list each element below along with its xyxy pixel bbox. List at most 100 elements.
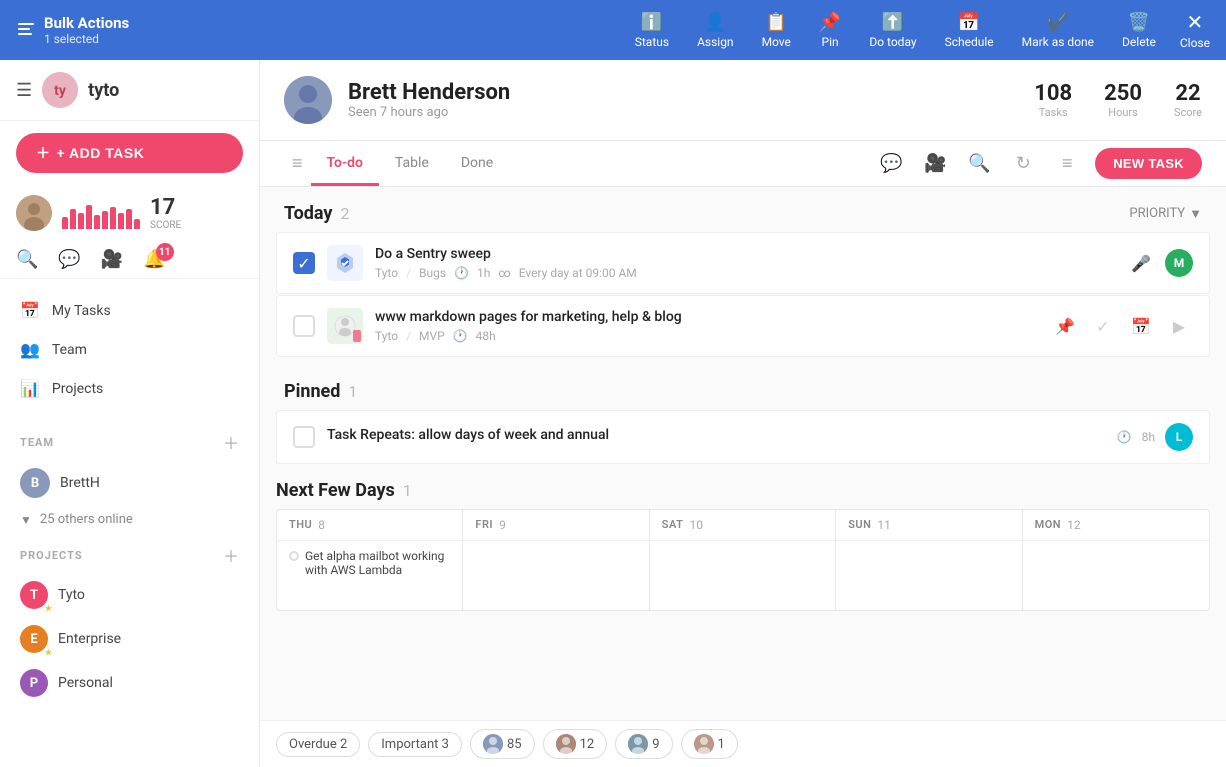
stat-hours-label: Hours bbox=[1104, 106, 1142, 119]
task-time-sentry: 1h bbox=[477, 266, 490, 280]
task-row-sentry[interactable]: ✓ Do a Sentry sweep Tyto / Bugs bbox=[276, 232, 1210, 294]
task-checkbox-pinned[interactable] bbox=[293, 426, 315, 448]
notifications-button[interactable]: 🔔 11 bbox=[143, 249, 165, 270]
main-content: Brett Henderson Seen 7 hours ago 108 Tas… bbox=[260, 60, 1226, 767]
sidebar-item-projects[interactable]: 📊 Projects bbox=[0, 369, 259, 408]
bulk-status-action[interactable]: ℹ️ Status bbox=[635, 12, 669, 49]
add-team-member-icon[interactable]: ＋ bbox=[223, 430, 239, 454]
task-info-sentry: Do a Sentry sweep Tyto / Bugs 🕐 1h ∞ Eve… bbox=[375, 246, 1115, 280]
next-days-section: Next Few Days 1 THU8Get alpha mailbot wo… bbox=[276, 480, 1210, 611]
pin-icon: 📌 bbox=[819, 12, 841, 33]
cal-day-label: SAT bbox=[662, 518, 684, 532]
task-actions-pinned: 🕐 8h L bbox=[1117, 423, 1193, 451]
priority-chevron-icon: ▼ bbox=[1189, 206, 1202, 222]
score-bar bbox=[102, 211, 108, 229]
task-pin-btn[interactable]: 📌 bbox=[1051, 312, 1079, 340]
task-info-markdown: www markdown pages for marketing, help &… bbox=[375, 309, 1039, 343]
overdue-label: Overdue 2 bbox=[289, 737, 347, 752]
stat-hours: 250 Hours bbox=[1104, 81, 1142, 119]
task-time-markdown: 48h bbox=[476, 329, 496, 343]
project-item-enterprise[interactable]: E Enterprise bbox=[0, 617, 259, 661]
tab-todo[interactable]: To-do bbox=[311, 143, 379, 186]
filter-overdue[interactable]: Overdue 2 bbox=[276, 732, 360, 757]
project-item-personal[interactable]: P Personal bbox=[0, 661, 259, 705]
bulk-delete-action[interactable]: 🗑️ Delete bbox=[1122, 12, 1156, 49]
filter-avatar-icon-9 bbox=[628, 734, 648, 754]
status-label: Status bbox=[635, 35, 669, 49]
search-tab-icon[interactable]: 🔍 bbox=[963, 148, 995, 180]
score-bar bbox=[134, 219, 140, 229]
task-thumb-sentry bbox=[327, 245, 363, 281]
user-score-row: 17 SCORE bbox=[0, 185, 259, 241]
cal-day-label: FRI bbox=[475, 518, 493, 532]
important-label: Important 3 bbox=[381, 737, 449, 752]
task-tag-sentry: Bugs bbox=[419, 266, 446, 280]
chevron-down-icon: ▼ bbox=[20, 513, 32, 527]
bulk-dotoday-action[interactable]: ⬆️ Do today bbox=[869, 12, 916, 49]
cal-date-label: 9 bbox=[499, 518, 506, 532]
task-calendar-btn[interactable]: 📅 bbox=[1127, 312, 1155, 340]
project-name-personal: Personal bbox=[58, 675, 113, 691]
task-checkbox-markdown[interactable] bbox=[293, 315, 315, 337]
cal-date-label: 12 bbox=[1067, 518, 1081, 532]
filter-important[interactable]: Important 3 bbox=[368, 732, 462, 757]
cal-day-label: THU bbox=[289, 518, 312, 532]
add-task-label: + ADD TASK bbox=[57, 145, 145, 161]
priority-sort-button[interactable]: PRIORITY ▼ bbox=[1129, 206, 1202, 222]
delete-label: Delete bbox=[1122, 35, 1156, 49]
bulk-selected-count: 1 selected bbox=[44, 32, 129, 46]
task-row-pinned[interactable]: Task Repeats: allow days of week and ann… bbox=[276, 410, 1210, 464]
project-name-tyto: Tyto bbox=[58, 587, 85, 603]
filter-avatar-1[interactable]: 1 bbox=[681, 729, 738, 759]
move-icon: 📋 bbox=[765, 12, 787, 33]
calendar-task[interactable]: Get alpha mailbot working with AWS Lambd… bbox=[289, 549, 450, 577]
bulk-bar-left: Bulk Actions 1 selected bbox=[16, 14, 129, 46]
filter-count-1: 1 bbox=[718, 737, 725, 752]
add-project-icon[interactable]: ＋ bbox=[223, 543, 239, 567]
task-checkbox-sentry[interactable]: ✓ bbox=[293, 252, 315, 274]
task-tag-markdown: MVP bbox=[419, 329, 445, 343]
sidebar-item-team[interactable]: 👥 Team bbox=[0, 330, 259, 369]
filter-avatar-12[interactable]: 12 bbox=[543, 729, 608, 759]
bulk-schedule-action[interactable]: 📅 Schedule bbox=[945, 12, 994, 49]
task-check-btn[interactable]: ✓ bbox=[1089, 312, 1117, 340]
clock-icon-pinned: 🕐 bbox=[1117, 430, 1132, 444]
task-meta-markdown: Tyto / MVP 🕐 48h bbox=[375, 329, 1039, 343]
others-online-row[interactable]: ▼ 25 others online bbox=[0, 506, 259, 533]
filter-avatar-9[interactable]: 9 bbox=[615, 729, 672, 759]
tab-done[interactable]: Done bbox=[445, 143, 509, 186]
bulk-close-button[interactable]: ✕ Close bbox=[1180, 10, 1210, 50]
task-play-btn[interactable]: ▶ bbox=[1165, 312, 1193, 340]
tyto-project-dot: T bbox=[20, 581, 48, 609]
list-view-icon[interactable]: ≡ bbox=[284, 141, 311, 186]
task-row-markdown[interactable]: www markdown pages for marketing, help &… bbox=[276, 295, 1210, 357]
recur-icon: ∞ bbox=[498, 266, 510, 280]
video-icon[interactable]: 🎥 bbox=[101, 249, 123, 270]
project-item-tyto[interactable]: T Tyto bbox=[0, 573, 259, 617]
video-tab-icon[interactable]: 🎥 bbox=[919, 148, 951, 180]
stat-tasks-label: Tasks bbox=[1034, 106, 1072, 119]
chat-icon[interactable]: 💬 bbox=[58, 249, 80, 270]
sidebar-quick-icons: 🔍 💬 🎥 🔔 11 bbox=[0, 241, 259, 279]
new-task-button[interactable]: NEW TASK bbox=[1095, 148, 1202, 179]
filter-list-icon[interactable]: ≡ bbox=[1051, 148, 1083, 180]
bulk-markdone-action[interactable]: ✔️ Mark as done bbox=[1022, 12, 1094, 49]
task-mic-icon[interactable]: 🎤 bbox=[1127, 249, 1155, 277]
add-task-button[interactable]: ＋ + ADD TASK bbox=[16, 133, 243, 173]
hamburger-menu-icon[interactable]: ☰ bbox=[16, 80, 32, 101]
search-icon[interactable]: 🔍 bbox=[16, 249, 38, 270]
comment-icon[interactable]: 💬 bbox=[875, 148, 907, 180]
svg-text:ty: ty bbox=[54, 83, 67, 99]
task-actions-sentry: 🎤 M bbox=[1127, 249, 1193, 277]
refresh-icon[interactable]: ↻ bbox=[1007, 148, 1039, 180]
bulk-assign-action[interactable]: 👤 Assign bbox=[697, 12, 734, 49]
task-thumb-markdown bbox=[327, 308, 363, 344]
score-bar bbox=[70, 209, 76, 229]
sidebar-item-my-tasks[interactable]: 📅 My Tasks bbox=[0, 291, 259, 330]
priority-label: PRIORITY bbox=[1129, 206, 1185, 221]
bulk-move-action[interactable]: 📋 Move bbox=[762, 12, 791, 49]
team-member-bretth[interactable]: B BrettH bbox=[0, 460, 259, 506]
tab-table[interactable]: Table bbox=[379, 143, 445, 186]
bulk-pin-action[interactable]: 📌 Pin bbox=[819, 12, 841, 49]
filter-avatar-85[interactable]: 85 bbox=[470, 729, 535, 759]
